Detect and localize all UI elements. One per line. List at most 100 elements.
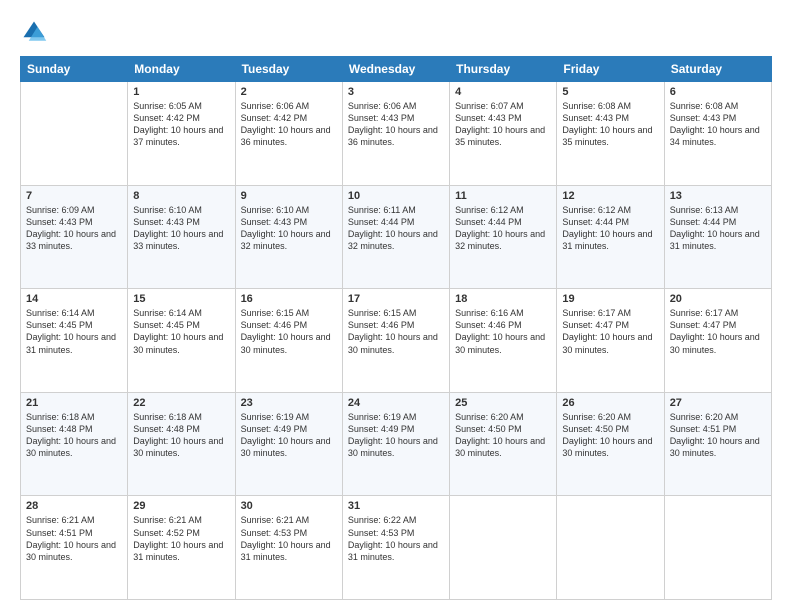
calendar-cell bbox=[450, 496, 557, 600]
day-number: 26 bbox=[562, 397, 658, 409]
day-info: Sunrise: 6:18 AMSunset: 4:48 PMDaylight:… bbox=[26, 411, 122, 460]
calendar-week-5: 28 Sunrise: 6:21 AMSunset: 4:51 PMDayligh… bbox=[21, 496, 772, 600]
day-number: 4 bbox=[455, 86, 551, 98]
calendar-cell: 23 Sunrise: 6:19 AMSunset: 4:49 PMDayligh… bbox=[235, 392, 342, 496]
day-info: Sunrise: 6:09 AMSunset: 4:43 PMDaylight:… bbox=[26, 204, 122, 253]
calendar-week-1: 1 Sunrise: 6:05 AMSunset: 4:42 PMDaylight… bbox=[21, 82, 772, 186]
day-info: Sunrise: 6:08 AMSunset: 4:43 PMDaylight:… bbox=[670, 100, 766, 149]
calendar-cell: 26 Sunrise: 6:20 AMSunset: 4:50 PMDayligh… bbox=[557, 392, 664, 496]
calendar-cell: 1 Sunrise: 6:05 AMSunset: 4:42 PMDaylight… bbox=[128, 82, 235, 186]
day-info: Sunrise: 6:11 AMSunset: 4:44 PMDaylight:… bbox=[348, 204, 444, 253]
calendar-cell: 11 Sunrise: 6:12 AMSunset: 4:44 PMDayligh… bbox=[450, 185, 557, 289]
logo bbox=[20, 18, 52, 46]
day-number: 7 bbox=[26, 190, 122, 202]
weekday-header-friday: Friday bbox=[557, 57, 664, 82]
calendar-cell: 17 Sunrise: 6:15 AMSunset: 4:46 PMDayligh… bbox=[342, 289, 449, 393]
day-info: Sunrise: 6:17 AMSunset: 4:47 PMDaylight:… bbox=[670, 307, 766, 356]
calendar-cell: 12 Sunrise: 6:12 AMSunset: 4:44 PMDayligh… bbox=[557, 185, 664, 289]
day-info: Sunrise: 6:21 AMSunset: 4:51 PMDaylight:… bbox=[26, 514, 122, 563]
day-number: 11 bbox=[455, 190, 551, 202]
calendar-cell: 25 Sunrise: 6:20 AMSunset: 4:50 PMDayligh… bbox=[450, 392, 557, 496]
calendar-table: SundayMondayTuesdayWednesdayThursdayFrid… bbox=[20, 56, 772, 600]
day-number: 29 bbox=[133, 500, 229, 512]
day-number: 21 bbox=[26, 397, 122, 409]
calendar-cell: 5 Sunrise: 6:08 AMSunset: 4:43 PMDaylight… bbox=[557, 82, 664, 186]
day-number: 23 bbox=[241, 397, 337, 409]
day-info: Sunrise: 6:10 AMSunset: 4:43 PMDaylight:… bbox=[241, 204, 337, 253]
calendar-cell: 29 Sunrise: 6:21 AMSunset: 4:52 PMDayligh… bbox=[128, 496, 235, 600]
calendar-cell bbox=[557, 496, 664, 600]
calendar-cell: 22 Sunrise: 6:18 AMSunset: 4:48 PMDayligh… bbox=[128, 392, 235, 496]
calendar-cell: 18 Sunrise: 6:16 AMSunset: 4:46 PMDayligh… bbox=[450, 289, 557, 393]
day-number: 3 bbox=[348, 86, 444, 98]
day-number: 27 bbox=[670, 397, 766, 409]
calendar-cell: 3 Sunrise: 6:06 AMSunset: 4:43 PMDaylight… bbox=[342, 82, 449, 186]
calendar-cell: 7 Sunrise: 6:09 AMSunset: 4:43 PMDaylight… bbox=[21, 185, 128, 289]
day-info: Sunrise: 6:07 AMSunset: 4:43 PMDaylight:… bbox=[455, 100, 551, 149]
day-number: 20 bbox=[670, 293, 766, 305]
calendar-cell: 15 Sunrise: 6:14 AMSunset: 4:45 PMDayligh… bbox=[128, 289, 235, 393]
calendar-cell: 8Sunrise: 6:10 AMSunset: 4:43 PMDaylight… bbox=[128, 185, 235, 289]
day-number: 25 bbox=[455, 397, 551, 409]
calendar-cell: 28 Sunrise: 6:21 AMSunset: 4:51 PMDayligh… bbox=[21, 496, 128, 600]
calendar-cell: 14 Sunrise: 6:14 AMSunset: 4:45 PMDayligh… bbox=[21, 289, 128, 393]
day-info: Sunrise: 6:19 AMSunset: 4:49 PMDaylight:… bbox=[241, 411, 337, 460]
calendar-week-4: 21 Sunrise: 6:18 AMSunset: 4:48 PMDayligh… bbox=[21, 392, 772, 496]
day-info: Sunrise: 6:08 AMSunset: 4:43 PMDaylight:… bbox=[562, 100, 658, 149]
day-number: 12 bbox=[562, 190, 658, 202]
weekday-header-tuesday: Tuesday bbox=[235, 57, 342, 82]
day-info: Sunrise: 6:16 AMSunset: 4:46 PMDaylight:… bbox=[455, 307, 551, 356]
calendar-week-3: 14 Sunrise: 6:14 AMSunset: 4:45 PMDayligh… bbox=[21, 289, 772, 393]
day-number: 18 bbox=[455, 293, 551, 305]
day-info: Sunrise: 6:18 AMSunset: 4:48 PMDaylight:… bbox=[133, 411, 229, 460]
day-info: Sunrise: 6:21 AMSunset: 4:52 PMDaylight:… bbox=[133, 514, 229, 563]
day-number: 10 bbox=[348, 190, 444, 202]
day-number: 28 bbox=[26, 500, 122, 512]
day-info: Sunrise: 6:06 AMSunset: 4:42 PMDaylight:… bbox=[241, 100, 337, 149]
day-info: Sunrise: 6:06 AMSunset: 4:43 PMDaylight:… bbox=[348, 100, 444, 149]
calendar-cell: 4 Sunrise: 6:07 AMSunset: 4:43 PMDaylight… bbox=[450, 82, 557, 186]
calendar-cell: 20 Sunrise: 6:17 AMSunset: 4:47 PMDayligh… bbox=[664, 289, 771, 393]
day-info: Sunrise: 6:19 AMSunset: 4:49 PMDaylight:… bbox=[348, 411, 444, 460]
day-info: Sunrise: 6:14 AMSunset: 4:45 PMDaylight:… bbox=[133, 307, 229, 356]
day-info: Sunrise: 6:21 AMSunset: 4:53 PMDaylight:… bbox=[241, 514, 337, 563]
header bbox=[20, 18, 772, 46]
calendar-cell: 13 Sunrise: 6:13 AMSunset: 4:44 PMDayligh… bbox=[664, 185, 771, 289]
day-number: 22 bbox=[133, 397, 229, 409]
day-number: 30 bbox=[241, 500, 337, 512]
day-info: Sunrise: 6:10 AMSunset: 4:43 PMDaylight:… bbox=[133, 204, 229, 253]
day-info: Sunrise: 6:20 AMSunset: 4:51 PMDaylight:… bbox=[670, 411, 766, 460]
day-info: Sunrise: 6:20 AMSunset: 4:50 PMDaylight:… bbox=[562, 411, 658, 460]
day-number: 1 bbox=[133, 86, 229, 98]
day-info: Sunrise: 6:13 AMSunset: 4:44 PMDaylight:… bbox=[670, 204, 766, 253]
day-info: Sunrise: 6:15 AMSunset: 4:46 PMDaylight:… bbox=[241, 307, 337, 356]
calendar-header-row: SundayMondayTuesdayWednesdayThursdayFrid… bbox=[21, 57, 772, 82]
weekday-header-wednesday: Wednesday bbox=[342, 57, 449, 82]
day-info: Sunrise: 6:12 AMSunset: 4:44 PMDaylight:… bbox=[562, 204, 658, 253]
day-number: 13 bbox=[670, 190, 766, 202]
calendar-cell: 10 Sunrise: 6:11 AMSunset: 4:44 PMDayligh… bbox=[342, 185, 449, 289]
day-number: 15 bbox=[133, 293, 229, 305]
page: SundayMondayTuesdayWednesdayThursdayFrid… bbox=[0, 0, 792, 612]
day-info: Sunrise: 6:12 AMSunset: 4:44 PMDaylight:… bbox=[455, 204, 551, 253]
calendar-week-2: 7 Sunrise: 6:09 AMSunset: 4:43 PMDaylight… bbox=[21, 185, 772, 289]
day-info: Sunrise: 6:15 AMSunset: 4:46 PMDaylight:… bbox=[348, 307, 444, 356]
day-number: 6 bbox=[670, 86, 766, 98]
calendar-cell: 30 Sunrise: 6:21 AMSunset: 4:53 PMDayligh… bbox=[235, 496, 342, 600]
day-number: 5 bbox=[562, 86, 658, 98]
calendar-cell: 19Sunrise: 6:17 AMSunset: 4:47 PMDayligh… bbox=[557, 289, 664, 393]
day-info: Sunrise: 6:17 AMSunset: 4:47 PMDaylight:… bbox=[562, 307, 658, 356]
day-number: 17 bbox=[348, 293, 444, 305]
day-info: Sunrise: 6:14 AMSunset: 4:45 PMDaylight:… bbox=[26, 307, 122, 356]
weekday-header-sunday: Sunday bbox=[21, 57, 128, 82]
day-info: Sunrise: 6:05 AMSunset: 4:42 PMDaylight:… bbox=[133, 100, 229, 149]
day-info: Sunrise: 6:20 AMSunset: 4:50 PMDaylight:… bbox=[455, 411, 551, 460]
calendar-cell: 16 Sunrise: 6:15 AMSunset: 4:46 PMDayligh… bbox=[235, 289, 342, 393]
weekday-header-thursday: Thursday bbox=[450, 57, 557, 82]
day-number: 9 bbox=[241, 190, 337, 202]
calendar-cell: 21 Sunrise: 6:18 AMSunset: 4:48 PMDayligh… bbox=[21, 392, 128, 496]
calendar-cell bbox=[664, 496, 771, 600]
day-number: 16 bbox=[241, 293, 337, 305]
calendar-cell: 6 Sunrise: 6:08 AMSunset: 4:43 PMDaylight… bbox=[664, 82, 771, 186]
day-number: 14 bbox=[26, 293, 122, 305]
